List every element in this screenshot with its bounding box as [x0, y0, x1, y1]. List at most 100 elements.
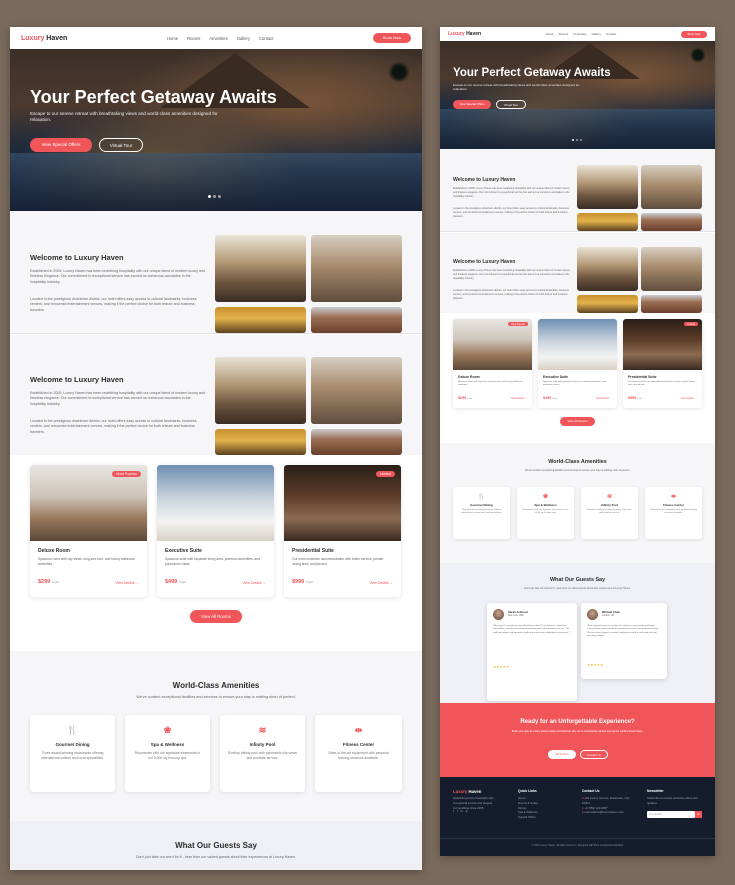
section-divider	[440, 231, 715, 232]
nav-rooms[interactable]: Rooms	[559, 32, 569, 36]
footer: Luxury Haven Redefining luxury hospitali…	[440, 777, 715, 856]
cta-title: Ready for an Unforgettable Experience?	[520, 719, 635, 725]
nav-home[interactable]: Home	[546, 32, 554, 36]
nav-gallery[interactable]: Gallery	[237, 36, 250, 41]
avatar	[493, 609, 504, 620]
amenity-description: Rooftop infinity pool with panoramic cit…	[228, 751, 297, 760]
nav-rooms[interactable]: Rooms	[187, 36, 200, 41]
amenities-section: World-Class Amenities We've curated exce…	[10, 651, 422, 821]
nav-gallery[interactable]: Gallery	[591, 32, 601, 36]
footer-address: ● 123 Luxury Avenue, Downtown, City 1000…	[582, 796, 630, 805]
amenity-description: Three award-winning restaurants offering…	[41, 751, 104, 760]
carousel-dots[interactable]	[572, 139, 582, 141]
view-details-link[interactable]: View Details →	[511, 397, 527, 400]
amenity-title: Gourmet Dining	[470, 503, 493, 507]
view-all-rooms-button[interactable]: View All Rooms	[190, 610, 242, 623]
room-card[interactable]: Executive Suite Spacious suite with sepa…	[538, 319, 617, 408]
room-description: Spacious room with city views, king-size…	[38, 557, 135, 566]
linkedin-icon[interactable]: in	[460, 810, 462, 813]
star-rating: ★★★★★	[493, 665, 510, 669]
carousel-dot[interactable]	[576, 139, 578, 141]
contact-title: Contact Us	[582, 789, 600, 793]
avatar	[587, 609, 598, 620]
amenities-subtitle: We've curated exceptional facilities and…	[136, 695, 296, 699]
room-card[interactable]: Limited Presidential Suite Our most excl…	[284, 465, 401, 597]
cta-book-button[interactable]: Book Now	[548, 750, 576, 759]
bedroom-photo	[641, 165, 702, 209]
welcome-section-2: Welcome to Luxury Haven Established in 2…	[10, 335, 422, 455]
lobby-photo	[577, 247, 638, 291]
carousel-dot[interactable]	[572, 139, 574, 141]
view-details-link[interactable]: View Details →	[681, 397, 697, 400]
view-all-rooms-button[interactable]: View All Rooms	[560, 417, 595, 426]
amenity-card: ❀ Spa & Wellness Rejuvenate with our sig…	[517, 487, 574, 539]
carousel-dot[interactable]	[208, 195, 211, 198]
carousel-dot[interactable]	[218, 195, 221, 198]
newsletter-email-input[interactable]: Your Email	[647, 811, 695, 818]
amenity-title: Spa & Wellness	[534, 503, 557, 507]
welcome-title: Welcome to Luxury Haven	[30, 375, 124, 384]
twitter-icon[interactable]: t	[457, 810, 458, 813]
bedroom-photo	[641, 247, 702, 291]
welcome-paragraph: Established in 2005, Luxury Haven has be…	[453, 187, 570, 198]
logo[interactable]: Luxury Haven	[21, 35, 67, 42]
room-name: Executive Suite	[543, 375, 569, 379]
facebook-icon[interactable]: f	[453, 810, 454, 813]
logo[interactable]: Luxury Haven	[448, 31, 481, 37]
special-offers-button[interactable]: View Special Offers	[453, 100, 491, 109]
testimonials-title: What Our Guests Say	[549, 577, 606, 583]
view-details-link[interactable]: View Details →	[369, 581, 393, 585]
testimonial-card: Sarah Johnson New York, USA "My stay at …	[487, 603, 577, 701]
virtual-tour-button[interactable]: Virtual Tour	[496, 100, 526, 109]
footer-logo[interactable]: Luxury Haven	[453, 789, 481, 794]
room-price: $499 /night	[543, 396, 558, 400]
amenity-description: State-of-the-art equipment with personal…	[328, 751, 389, 760]
contact-info: ● 123 Luxury Avenue, Downtown, City 1000…	[582, 796, 637, 815]
room-price: $299 /night	[458, 396, 473, 400]
full-page-preview: Luxury Haven Home Rooms Amenities Galler…	[440, 27, 715, 856]
room-card[interactable]: Most Popular Deluxe Room Spacious room w…	[30, 465, 147, 597]
instagram-icon[interactable]: ◎	[466, 810, 468, 813]
room-card[interactable]: Executive Suite Spacious suite with sepa…	[157, 465, 274, 597]
testimonials-title: What Our Guests Say	[175, 841, 257, 850]
testimonials-section: What Our Guests Say Don't just take our …	[440, 563, 715, 715]
room-description: Spacious suite with separate living area…	[165, 557, 260, 566]
view-details-link[interactable]: View Details →	[596, 397, 612, 400]
book-now-button[interactable]: Book Now	[373, 33, 411, 43]
send-icon[interactable]: ➤	[695, 811, 702, 818]
hero-title: Your Perfect Getaway Awaits	[30, 87, 277, 107]
virtual-tour-button[interactable]: Virtual Tour	[99, 138, 143, 152]
cta-contact-button[interactable]: Contact Us	[580, 750, 608, 759]
amenity-title: Infinity Pool	[600, 503, 619, 507]
rooftop-photo	[641, 295, 702, 313]
nav-contact[interactable]: Contact	[259, 36, 273, 41]
carousel-dots[interactable]	[208, 195, 221, 198]
amenities-section: World-Class Amenities We've curated exce…	[440, 443, 715, 563]
view-details-link[interactable]: View Details →	[115, 581, 139, 585]
lobby-photo	[215, 235, 306, 302]
carousel-dot[interactable]	[213, 195, 216, 198]
room-price: $499 /night	[165, 579, 187, 585]
special-offers-button[interactable]: View Special Offers	[30, 138, 92, 152]
room-card[interactable]: Most Popular Deluxe Room Spacious room w…	[453, 319, 532, 408]
footer-link[interactable]: Rooms & Suites	[518, 801, 538, 806]
hero-subtitle: Escape to our serene retreat with breath…	[453, 83, 580, 92]
nav-amenities[interactable]: Amenities	[209, 36, 227, 41]
amenity-title: Fitness Center	[663, 503, 684, 507]
welcome-paragraph: Established in 2005, Luxury Haven has be…	[30, 391, 206, 406]
room-badge: Limited	[375, 471, 395, 477]
amenity-title: Infinity Pool	[249, 742, 276, 747]
book-now-button[interactable]: Book Now	[680, 30, 707, 38]
nav-amenities[interactable]: Amenities	[573, 32, 586, 36]
pool-icon: ≋	[258, 725, 267, 735]
footer-about: Redefining luxury hospitality with excep…	[453, 796, 494, 810]
room-card[interactable]: Limited Presidential Suite Our most excl…	[623, 319, 702, 408]
footer-link[interactable]: Special Offers	[518, 815, 538, 820]
carousel-dot[interactable]	[580, 139, 582, 141]
amenity-card: ⇹ Fitness Center State-of-the-art equipm…	[645, 487, 702, 539]
nav-contact[interactable]: Contact	[606, 32, 616, 36]
welcome-section-1: Welcome to Luxury Haven Established in 2…	[10, 211, 422, 333]
cta-subtitle: Book your stay at Luxury Haven today and…	[511, 730, 644, 733]
view-details-link[interactable]: View Details →	[242, 581, 266, 585]
nav-home[interactable]: Home	[167, 36, 178, 41]
